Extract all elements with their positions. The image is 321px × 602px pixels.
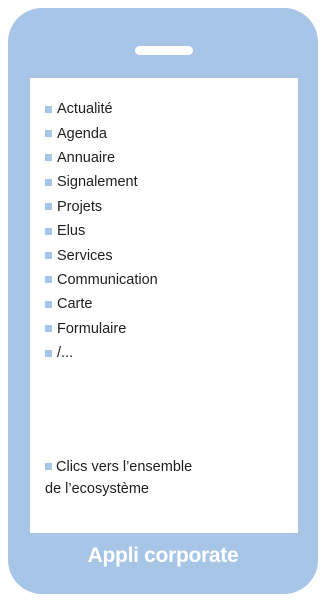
square-bullet-icon: [45, 349, 52, 357]
note-line-2: de l’ecosystème: [45, 481, 149, 497]
phone-screen: Actualité Agenda Annuaire Signalement Pr…: [30, 78, 298, 533]
list-item: Communication: [45, 268, 158, 292]
list-item-label: Carte: [57, 296, 93, 313]
list-item-label: /...: [57, 345, 74, 362]
feature-list: Actualité Agenda Annuaire Signalement Pr…: [45, 97, 158, 365]
square-bullet-icon: [45, 203, 52, 211]
list-item: Carte: [45, 292, 158, 316]
list-item: Formulaire: [45, 317, 158, 341]
list-item-label: Signalement: [57, 174, 138, 191]
list-item-label: Services: [57, 247, 113, 264]
phone-frame: Actualité Agenda Annuaire Signalement Pr…: [8, 8, 318, 594]
ecosystem-note: Clics vers l’ensemble de l’ecosystème: [45, 456, 285, 500]
square-bullet-icon: [45, 325, 52, 333]
list-item: Agenda: [45, 121, 158, 145]
list-item-label: Annuaire: [57, 149, 116, 166]
list-item: Projets: [45, 195, 158, 219]
square-bullet-icon: [45, 276, 52, 284]
square-bullet-icon: [45, 227, 52, 235]
list-item: Annuaire: [45, 146, 158, 170]
app-title: Appli corporate: [87, 544, 239, 567]
square-bullet-icon: [45, 178, 52, 186]
list-item-label: Agenda: [57, 125, 107, 142]
speaker-slot: [135, 46, 193, 55]
note-line-1: Clics vers l’ensemble: [56, 459, 193, 475]
list-item-label: Actualité: [57, 101, 113, 118]
square-bullet-icon: [45, 300, 52, 308]
square-bullet-icon: [45, 130, 52, 138]
square-bullet-icon: [45, 105, 52, 113]
list-item: Elus: [45, 219, 158, 243]
square-bullet-icon: [45, 463, 52, 470]
list-item-label: Communication: [57, 271, 158, 288]
square-bullet-icon: [45, 252, 52, 260]
list-item: /...: [45, 341, 158, 365]
list-item-label: Formulaire: [57, 320, 127, 337]
square-bullet-icon: [45, 154, 52, 162]
list-item-label: Elus: [57, 223, 86, 240]
list-item: Signalement: [45, 170, 158, 194]
list-item: Actualité: [45, 97, 158, 121]
list-item: Services: [45, 243, 158, 267]
list-item-label: Projets: [57, 198, 103, 215]
